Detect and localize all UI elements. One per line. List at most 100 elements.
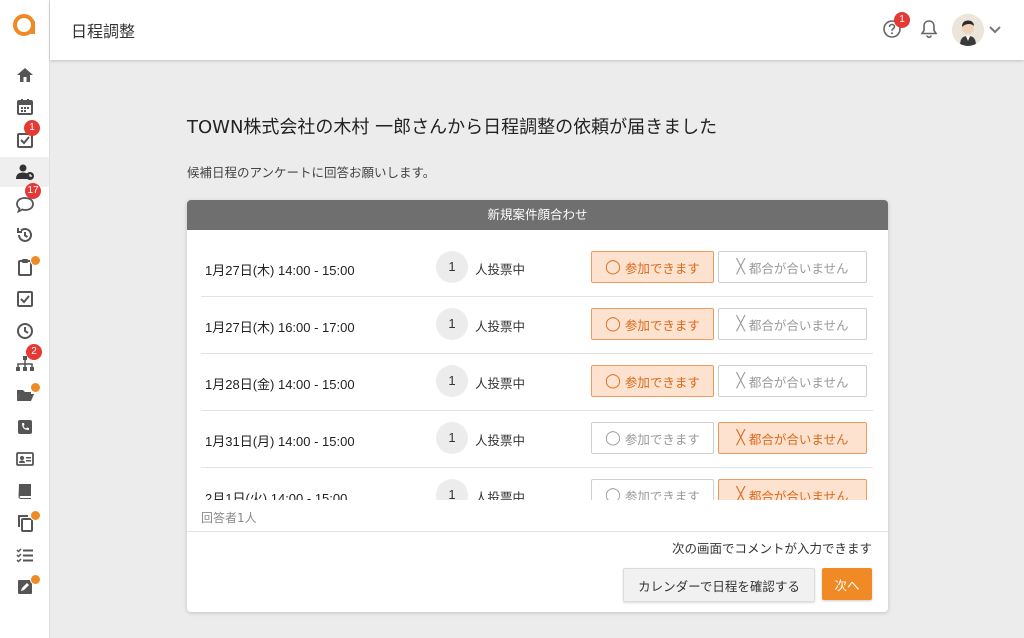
book-icon — [18, 484, 31, 499]
checklist-icon — [15, 548, 33, 563]
respondent-count: 回答者1人 — [201, 511, 257, 525]
attend-button[interactable]: ◯ 参加できます — [591, 308, 714, 340]
attend-label: 参加できます — [624, 488, 700, 501]
candidate-row: 1月27日(木) 14:00 - 15:00 1 人投票中 ◯ 参加できます ╳ 都… — [201, 240, 873, 297]
card-divider — [187, 531, 888, 532]
sidebar-item-timecard[interactable] — [0, 316, 49, 346]
attend-label: 参加できます — [624, 317, 700, 333]
home-icon — [16, 68, 33, 82]
vote-count: 1 — [436, 422, 468, 454]
vote-count: 1 — [436, 365, 468, 397]
cross-icon: ╳ — [736, 487, 745, 500]
attend-label: 参加できます — [624, 374, 700, 390]
unavailable-button[interactable]: ╳ 都合が合いません — [718, 251, 867, 283]
notifications-button[interactable] — [918, 18, 940, 40]
vote-count-label: 人投票中 — [475, 490, 526, 500]
next-button[interactable]: 次へ — [822, 568, 872, 600]
sidebar-item-history[interactable] — [0, 220, 49, 250]
page-title: 日程調整 — [71, 22, 136, 41]
id-card-icon — [15, 452, 34, 466]
user-avatar[interactable] — [952, 14, 984, 46]
attend-label: 参加できます — [624, 431, 700, 447]
sidebar-item-clipboard[interactable] — [0, 252, 49, 282]
vote-count: 1 — [436, 308, 468, 340]
candidate-date: 1月28日(金) 14:00 - 15:00 — [205, 377, 355, 392]
cross-icon: ╳ — [736, 316, 745, 332]
unavailable-button[interactable]: ╳ 都合が合いません — [718, 365, 867, 397]
circle-icon: ◯ — [605, 259, 621, 275]
attend-button[interactable]: ◯ 参加できます — [591, 365, 714, 397]
phone-icon — [17, 420, 32, 434]
candidate-row: 1月28日(金) 14:00 - 15:00 1 人投票中 ◯ 参加できます ╳ 都… — [201, 354, 873, 411]
clock-icon — [16, 323, 33, 339]
organization-badge: 2 — [26, 344, 42, 360]
sidebar-item-manual[interactable] — [0, 476, 49, 506]
circle-icon: ◯ — [605, 487, 621, 500]
request-subtext: 候補日程のアンケートに回答お願いします。 — [187, 165, 436, 180]
sidebar-item-copy[interactable] — [0, 508, 49, 538]
vote-count-label: 人投票中 — [475, 376, 526, 391]
sidebar-item-schedule-adjust[interactable] — [0, 157, 49, 187]
view-calendar-button[interactable]: カレンダーで日程を確認する — [623, 568, 815, 602]
sidebar-item-checklist[interactable] — [0, 540, 49, 570]
check-square-icon — [16, 291, 33, 307]
top-header: 日程調整 1 — [50, 0, 1024, 60]
unavailable-label: 都合が合いません — [748, 488, 849, 501]
vote-count-label: 人投票中 — [475, 262, 526, 277]
candidate-date: 1月27日(木) 16:00 - 17:00 — [205, 320, 355, 335]
bell-icon — [920, 20, 938, 39]
unavailable-button[interactable]: ╳ 都合が合いません — [718, 308, 867, 340]
logo-icon — [13, 14, 35, 36]
calendar-icon — [16, 99, 33, 115]
circle-icon: ◯ — [605, 373, 621, 389]
sidebar-item-tasks[interactable] — [0, 284, 49, 314]
sidebar-item-calendar[interactable] — [0, 92, 49, 122]
attend-label: 参加できます — [624, 260, 700, 276]
avatar-icon — [952, 14, 984, 46]
cross-icon: ╳ — [736, 373, 745, 389]
attend-button[interactable]: ◯ 参加できます — [591, 422, 714, 454]
sidebar-item-home[interactable] — [0, 60, 49, 90]
help-badge: 1 — [894, 12, 910, 28]
vote-count: 1 — [436, 479, 468, 500]
request-heading: TOWN株式会社の木村 一郎さんから日程調整の依頼が届きました — [187, 117, 718, 138]
candidate-row: 1月27日(木) 16:00 - 17:00 1 人投票中 ◯ 参加できます ╳ 都… — [201, 297, 873, 354]
vote-count: 1 — [436, 251, 468, 283]
event-title: 新規案件顔合わせ — [187, 200, 888, 230]
sidebar-item-phone[interactable] — [0, 412, 49, 442]
todo-badge: 1 — [24, 120, 40, 136]
edit-notify-dot — [30, 574, 41, 585]
chevron-down-icon — [989, 26, 1001, 34]
comment-note: 次の画面でコメントが入力できます — [671, 541, 872, 556]
unavailable-button[interactable]: ╳ 都合が合いません — [718, 422, 867, 454]
attend-button[interactable]: ◯ 参加できます — [591, 479, 714, 500]
unavailable-button[interactable]: ╳ 都合が合いません — [718, 479, 867, 500]
user-menu-toggle[interactable] — [987, 20, 1003, 38]
copy-notify-dot — [30, 510, 41, 521]
vote-count-label: 人投票中 — [475, 319, 526, 334]
history-icon — [16, 227, 32, 242]
unavailable-label: 都合が合いません — [748, 260, 849, 276]
messages-badge: 17 — [25, 183, 41, 199]
unavailable-label: 都合が合いません — [748, 374, 849, 390]
schedule-poll-card: 新規案件顔合わせ 1月27日(木) 14:00 - 15:00 1 人投票中 ◯… — [187, 200, 888, 612]
candidate-date: 2月1日(火) 14:00 - 15:00 — [205, 491, 348, 500]
app-logo[interactable] — [12, 12, 38, 38]
sidebar-item-edit[interactable] — [0, 572, 49, 602]
vote-count-label: 人投票中 — [475, 433, 526, 448]
candidate-row: 2月1日(火) 14:00 - 15:00 1 人投票中 ◯ 参加できます ╳ 都合… — [201, 468, 873, 500]
cross-icon: ╳ — [736, 259, 745, 275]
candidate-date: 1月31日(月) 14:00 - 15:00 — [205, 434, 355, 449]
files-notify-dot — [30, 382, 41, 393]
sidebar-item-contacts[interactable] — [0, 444, 49, 474]
candidate-list[interactable]: 1月27日(木) 14:00 - 15:00 1 人投票中 ◯ 参加できます ╳ 都… — [201, 240, 873, 500]
circle-icon: ◯ — [605, 316, 621, 332]
candidate-row: 1月31日(月) 14:00 - 15:00 1 人投票中 ◯ 参加できます ╳ 都… — [201, 411, 873, 468]
clipboard-notify-dot — [30, 255, 41, 266]
unavailable-label: 都合が合いません — [748, 431, 849, 447]
attend-button[interactable]: ◯ 参加できます — [591, 251, 714, 283]
circle-icon: ◯ — [605, 430, 621, 446]
unavailable-label: 都合が合いません — [748, 317, 849, 333]
sidebar-item-files[interactable] — [0, 380, 49, 410]
candidate-date: 1月27日(木) 14:00 - 15:00 — [205, 263, 355, 278]
